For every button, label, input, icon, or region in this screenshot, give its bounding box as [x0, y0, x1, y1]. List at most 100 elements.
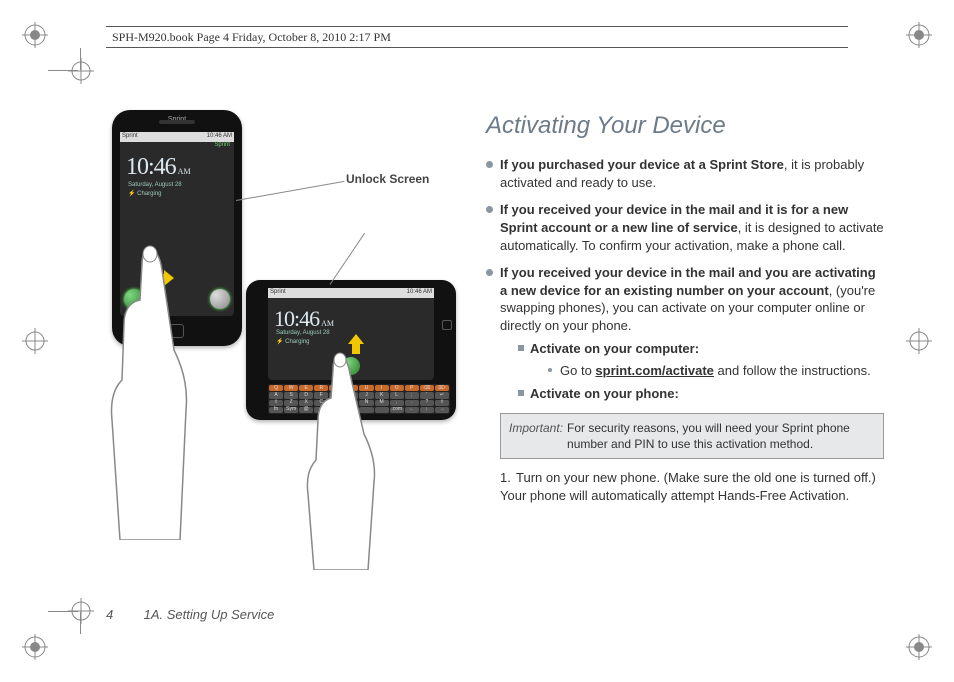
keyboard-key: N	[359, 400, 373, 406]
keyboard-key: S	[284, 392, 298, 398]
charging-label: ⚡ Charging	[276, 338, 310, 345]
lockscreen-clock: 10:46 AM	[274, 306, 334, 332]
keyboard-key: W	[284, 385, 298, 391]
step-text-pre: Go to	[560, 363, 595, 378]
mute-orb-icon	[210, 289, 230, 309]
arrow-up-icon	[348, 334, 364, 354]
page-number: 4	[106, 607, 140, 622]
keyboard-key: B	[344, 400, 358, 406]
keyboard-key: ⇧	[269, 400, 283, 406]
lockscreen-clock: 10:46 AM	[126, 154, 191, 181]
arrow-right-icon	[154, 270, 174, 286]
callout-line	[236, 181, 345, 201]
page-footer: 4 1A. Setting Up Service	[106, 607, 274, 622]
phone-landscape: Sprint 10:46 AM 10:46 AM Saturday, Augus…	[246, 280, 456, 420]
keyboard-key: ;	[405, 392, 419, 398]
keyboard-key: ,	[390, 400, 404, 406]
keyboard-key: J	[359, 392, 373, 398]
keyboard-key	[359, 407, 373, 413]
mute-orb-icon	[346, 293, 362, 309]
subsub-list: Go to sprint.com/activate and follow the…	[530, 362, 884, 380]
crop-line	[48, 70, 78, 71]
keyboard-key: Y	[344, 385, 358, 391]
activate-link[interactable]: sprint.com/activate	[595, 363, 714, 378]
list-item: Activate on your phone:	[518, 385, 884, 403]
clock-time: 10:46	[126, 154, 176, 181]
registration-mark-icon	[906, 22, 932, 48]
list-item: If you received your device in the mail …	[486, 201, 884, 254]
unlock-orb-icon	[124, 289, 144, 309]
step-number: 1.	[500, 469, 516, 487]
charging-label: ⚡ Charging	[128, 190, 162, 197]
status-time: 10:46 AM	[207, 133, 232, 139]
unlock-illustration: Sprint Sprint 10:46 AM Sprint 10:46 AM S…	[106, 110, 446, 550]
keyboard-key: O	[390, 385, 404, 391]
status-carrier-right: Sprint	[214, 142, 230, 148]
keyboard-key: ⌦	[435, 385, 449, 391]
clock-ampm: AM	[178, 167, 191, 176]
keyboard-key: fn	[269, 407, 283, 413]
important-label: Important:	[509, 420, 563, 452]
status-carrier: Sprint	[122, 133, 138, 139]
registration-mark-icon	[906, 634, 932, 660]
status-carrier: Sprint	[270, 289, 286, 295]
keyboard-key	[329, 407, 343, 413]
keyboard-key: R	[314, 385, 328, 391]
crop-line	[80, 48, 81, 70]
status-time: 10:46 AM	[407, 289, 432, 295]
keyboard-key: →	[435, 407, 449, 413]
side-button-icon	[442, 320, 452, 330]
keyboard-key	[375, 407, 389, 413]
slide-keyboard: QWERTYUIOP⌫⌦ASDFGHJKL;'↵⇧ZXCVBNM,.?⇧fnSy…	[268, 384, 450, 414]
clock-ampm: AM	[321, 319, 334, 328]
callout-label: Unlock Screen	[346, 172, 429, 186]
sub-label: Activate on your phone:	[530, 386, 679, 401]
sub-list: Activate on your computer: Go to sprint.…	[500, 340, 884, 403]
keyboard-key: M	[375, 400, 389, 406]
keyboard-key: @	[299, 407, 313, 413]
unlock-slider	[124, 288, 230, 310]
registration-mark-icon	[22, 634, 48, 660]
crop-mark-icon	[906, 328, 932, 354]
lockscreen-date: Saturday, August 28	[128, 182, 182, 188]
keyboard-key: F	[314, 392, 328, 398]
keyboard-key: H	[344, 392, 358, 398]
keyboard-key: I	[375, 385, 389, 391]
keyboard-key	[344, 407, 358, 413]
keyboard-key: '	[420, 392, 434, 398]
bullet-list: If you purchased your device at a Sprint…	[486, 156, 884, 403]
keyboard-key: C	[314, 400, 328, 406]
keyboard-key: ⇧	[435, 400, 449, 406]
keyboard-key: ←	[405, 407, 419, 413]
keyboard-key: E	[299, 385, 313, 391]
list-item: Activate on your computer: Go to sprint.…	[518, 340, 884, 379]
keyboard-key: T	[329, 385, 343, 391]
numbered-step: 1.Turn on your new phone. (Make sure the…	[486, 469, 884, 504]
registration-mark-icon	[22, 22, 48, 48]
keyboard-key: D	[299, 392, 313, 398]
phone-screen: Sprint 10:46 AM Sprint 10:46 AM Saturday…	[120, 132, 234, 316]
clock-time: 10:46	[274, 306, 319, 332]
home-button-icon	[170, 324, 184, 338]
crop-line	[80, 612, 81, 634]
list-item: If you purchased your device at a Sprint…	[486, 156, 884, 191]
list-item: If you received your device in the mail …	[486, 264, 884, 403]
section-name: 1A. Setting Up Service	[144, 607, 275, 622]
keyboard-key: U	[359, 385, 373, 391]
keyboard-key: X	[299, 400, 313, 406]
keyboard-key: ⌫	[420, 385, 434, 391]
keyboard-key: ?	[420, 400, 434, 406]
step-text: Turn on your new phone. (Make sure the o…	[500, 470, 876, 503]
keyboard-key: ↵	[435, 392, 449, 398]
keyboard-key: L	[390, 392, 404, 398]
section-title: Activating Your Device	[486, 110, 884, 142]
earpiece-icon	[159, 120, 195, 124]
crop-line	[48, 611, 78, 612]
keyboard-key: Z	[284, 400, 298, 406]
status-bar: Sprint 10:46 AM	[120, 132, 234, 142]
crop-mark-icon	[68, 58, 94, 84]
page-header: SPH-M920.book Page 4 Friday, October 8, …	[106, 26, 848, 48]
unlock-orb-icon	[342, 357, 360, 375]
phone-screen: Sprint 10:46 AM 10:46 AM Saturday, Augus…	[268, 288, 434, 380]
keyboard-key: .	[405, 400, 419, 406]
